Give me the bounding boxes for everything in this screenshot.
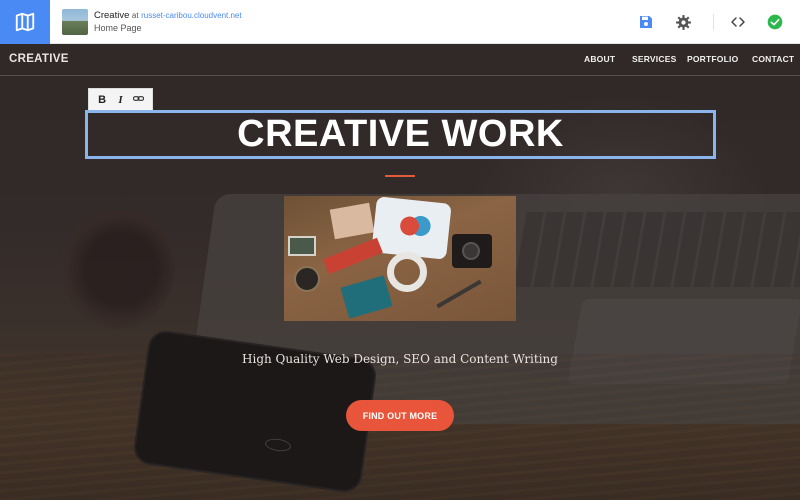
hero-section: CREATIVE ABOUT SERVICES PORTFOLIO CONTAC… [0,44,800,500]
nav-contact[interactable]: CONTACT [752,54,794,64]
gear-icon [675,14,691,30]
title-divider [385,175,415,177]
toolbar-divider [713,14,714,30]
image-card [340,275,393,319]
bold-button[interactable]: B [94,94,110,106]
image-swirl-sticker [387,252,427,292]
code-icon [731,17,745,27]
nav-about[interactable]: ABOUT [584,54,615,64]
link-button[interactable] [131,93,147,107]
site-name: Creative [94,10,130,21]
save-button[interactable] [636,12,656,32]
publish-status-button[interactable] [765,12,785,32]
editor-toolbar: Creative at russet-caribou.cloudvent.net… [0,0,800,44]
settings-button[interactable] [673,12,693,32]
nav-portfolio[interactable]: PORTFOLIO [687,54,738,64]
site-domain-link[interactable]: russet-caribou.cloudvent.net [141,11,242,20]
site-at-label: at [131,11,139,20]
hero-tagline[interactable]: High Quality Web Design, SEO and Content… [0,352,800,366]
image-camera-lens [462,242,480,260]
editable-title-region[interactable]: CREATIVE WORK [85,110,716,159]
image-tshirt-print [392,210,436,242]
image-pencil [436,279,482,309]
image-pennant [323,237,383,275]
italic-button[interactable]: I [112,94,128,106]
site-navbar: CREATIVE ABOUT SERVICES PORTFOLIO CONTAC… [0,44,800,76]
featured-image[interactable] [284,196,516,321]
app-logo[interactable] [0,0,50,44]
current-page-name: Home Page [94,23,142,33]
image-patch [288,236,316,256]
link-icon [133,96,145,101]
check-circle-icon [767,14,783,30]
site-thumbnail[interactable] [62,9,88,35]
find-out-more-button[interactable]: FIND OUT MORE [346,400,454,431]
site-brand[interactable]: CREATIVE [9,53,69,65]
map-icon [15,12,35,32]
text-format-toolbar: B I [88,88,153,112]
image-notebook [329,202,375,240]
source-code-button[interactable] [728,12,748,32]
hero-title[interactable]: CREATIVE WORK [237,113,564,156]
nav-services[interactable]: SERVICES [632,54,676,64]
site-info: Creative at russet-caribou.cloudvent.net… [94,9,242,35]
save-icon [640,16,652,28]
image-tin [294,266,320,292]
